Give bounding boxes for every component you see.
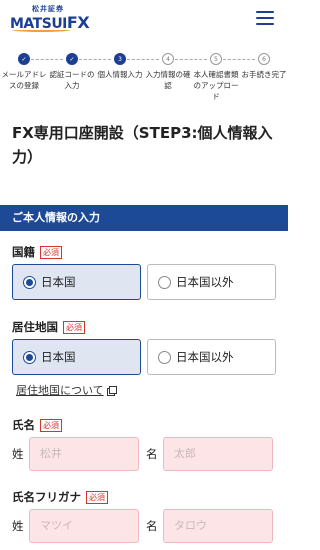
radio-checked-icon bbox=[23, 275, 36, 289]
required-badge: 必須 bbox=[63, 320, 85, 334]
step-email-registration: ✓ メールアドレスの登録 bbox=[0, 50, 48, 91]
required-badge: 必須 bbox=[40, 418, 62, 432]
radio-checked-icon bbox=[23, 350, 36, 364]
step-complete: 6 お手続き完了 bbox=[240, 50, 288, 80]
nationality-other-radio[interactable]: 日本国以外 bbox=[147, 264, 276, 300]
first-name-kana-prefix: 名 bbox=[146, 519, 158, 533]
step-confirm: 4 入力情報の確認 bbox=[144, 50, 192, 91]
required-badge: 必須 bbox=[86, 490, 108, 504]
last-name-prefix: 姓 bbox=[12, 447, 24, 461]
step-number: 6 bbox=[258, 53, 270, 65]
last-name-kana-input[interactable]: マツイ bbox=[29, 509, 139, 543]
residence-other-radio[interactable]: 日本国以外 bbox=[147, 339, 276, 375]
first-name-prefix: 名 bbox=[146, 447, 158, 461]
step-number: 4 bbox=[162, 53, 174, 65]
first-name-input[interactable]: 太郎 bbox=[163, 437, 273, 471]
check-icon: ✓ bbox=[18, 53, 30, 65]
last-name-kana-prefix: 姓 bbox=[12, 519, 24, 533]
name-label: 氏名 必須 bbox=[12, 417, 62, 433]
page-title: FX専用口座開設（STEP3:個人情報入力） bbox=[12, 124, 273, 166]
header: 松井証券 MATSUIFX bbox=[0, 0, 288, 38]
step-id-upload: 5 本人確認書類のアップロード bbox=[192, 50, 240, 102]
first-name-kana-input[interactable]: タロウ bbox=[163, 509, 273, 543]
check-icon: ✓ bbox=[66, 53, 78, 65]
hamburger-menu-icon[interactable] bbox=[256, 11, 274, 25]
matsui-fx-logo[interactable]: 松井証券 MATSUIFX bbox=[10, 4, 90, 34]
progress-stepper: ✓ メールアドレスの登録 ✓ 認証コードの入力 3 個人情報入力 4 入力情報の… bbox=[0, 50, 288, 102]
required-badge: 必須 bbox=[40, 245, 62, 259]
logo-swoosh bbox=[12, 28, 70, 32]
furigana-label: 氏名フリガナ 必須 bbox=[12, 489, 108, 505]
step-auth-code: ✓ 認証コードの入力 bbox=[48, 50, 96, 91]
residence-japan-radio[interactable]: 日本国 bbox=[12, 339, 141, 375]
external-window-icon bbox=[106, 385, 117, 396]
residence-label: 居住地国 必須 bbox=[12, 319, 85, 335]
radio-unchecked-icon bbox=[158, 350, 171, 364]
last-name-input[interactable]: 松井 bbox=[29, 437, 139, 471]
step-number: 3 bbox=[114, 53, 126, 65]
section-header: ご本人情報の入力 bbox=[0, 205, 288, 231]
nationality-label: 国籍 必須 bbox=[12, 244, 62, 260]
step-number: 5 bbox=[210, 53, 222, 65]
residence-help-link[interactable]: 居住地国について bbox=[16, 382, 117, 398]
step-personal-info: 3 個人情報入力 bbox=[96, 50, 144, 80]
nationality-japan-radio[interactable]: 日本国 bbox=[12, 264, 141, 300]
radio-unchecked-icon bbox=[158, 275, 171, 289]
